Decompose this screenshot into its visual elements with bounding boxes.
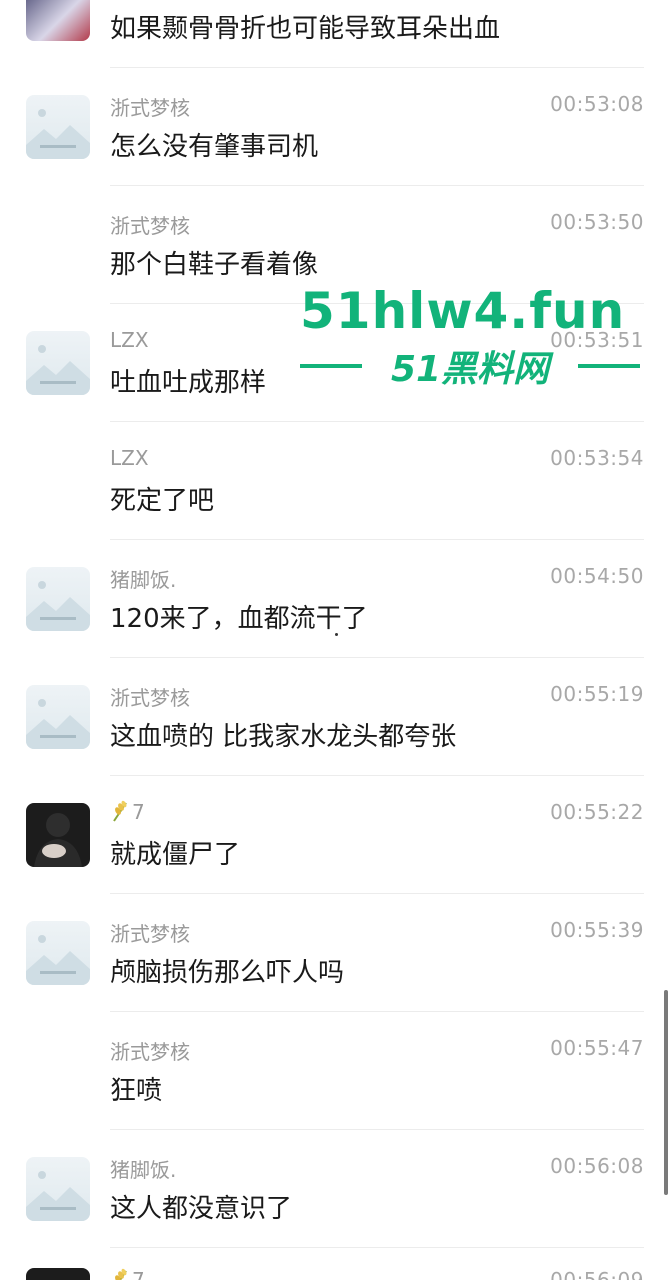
sender-name: 浙式梦核 (110, 686, 190, 710)
message-content: 这血喷的 比我家水龙头都夸张 (110, 722, 457, 752)
sender-name: 猪脚饭. (110, 568, 177, 592)
sender-name: 猪脚饭. (110, 1158, 177, 1182)
message-content: 死定了吧 (110, 486, 215, 516)
message-content: 如果颞骨骨折也可能导致耳朵出血 (110, 14, 501, 44)
placeholder-image-avatar-icon[interactable] (26, 685, 90, 749)
message-item[interactable]: 7 00:56:09 (0, 1244, 672, 1280)
sender-name: 浙式梦核 (110, 922, 190, 946)
timestamp: 00:55:22 (550, 800, 644, 824)
timestamp: 00:54:50 (550, 564, 644, 588)
scrollbar[interactable] (664, 990, 668, 1195)
message-item[interactable]: LZX 00:53:54 死定了吧 (0, 422, 672, 540)
timestamp: 00:56:08 (550, 1154, 644, 1178)
anime-avatar-icon[interactable] (26, 0, 90, 41)
message-content: 狂喷 (110, 1076, 163, 1106)
message-content: 颅脑损伤那么吓人吗 (110, 958, 345, 988)
timestamp: 00:55:19 (550, 682, 644, 706)
sender-name: LZX (110, 446, 149, 470)
sender-name: 浙式梦核 (110, 96, 190, 120)
message-content: 吐血吐成那样 (110, 368, 267, 398)
watermark-dash (300, 364, 362, 368)
message-item[interactable]: 如果颞骨骨折也可能导致耳朵出血 (0, 0, 672, 68)
message-content: 就成僵尸了 (110, 840, 241, 870)
message-content: 那个白鞋子看着像 (110, 250, 319, 280)
watermark-dash (577, 364, 640, 368)
message-item[interactable]: 浙式梦核 00:55:47 狂喷 (0, 1012, 672, 1130)
message-content: 怎么没有肇事司机 (110, 132, 319, 162)
sender-name-text: 7 (132, 800, 145, 824)
message-item[interactable]: 猪脚饭. 00:56:08 这人都没意识了 (0, 1130, 672, 1248)
sender-name: 浙式梦核 (110, 214, 190, 238)
watermark-name: 51黑料网 (390, 349, 550, 390)
timestamp: 00:55:47 (550, 1036, 644, 1060)
placeholder-image-avatar-icon[interactable] (26, 567, 90, 631)
dark-photo-avatar-icon[interactable] (26, 803, 90, 867)
sender-name-text: 7 (132, 1268, 145, 1280)
wheat-icon (110, 1268, 130, 1280)
watermark-url: 51hlw4.fun (300, 282, 626, 340)
avatar (26, 213, 90, 277)
wheat-icon (110, 800, 130, 827)
timestamp: 00:53:54 (550, 446, 644, 470)
timestamp: 00:53:50 (550, 210, 644, 234)
avatar (26, 449, 90, 513)
message-content: 这人都没意识了 (110, 1194, 293, 1224)
message-content: 120来了，血都流干了 (110, 604, 368, 634)
message-item[interactable]: 7 00:55:22 就成僵尸了 (0, 776, 672, 894)
placeholder-image-avatar-icon[interactable] (26, 1157, 90, 1221)
message-item[interactable]: 浙式梦核 00:53:08 怎么没有肇事司机 (0, 68, 672, 186)
timestamp: 00:53:08 (550, 92, 644, 116)
placeholder-image-avatar-icon[interactable] (26, 95, 90, 159)
message-item[interactable]: 浙式梦核 00:55:39 颅脑损伤那么吓人吗 (0, 894, 672, 1012)
sender-name: 浙式梦核 (110, 1040, 190, 1064)
message-item[interactable]: 猪脚饭. 00:54:50 120来了，血都流干了 (0, 540, 672, 658)
sender-name: 7 (110, 800, 145, 827)
sender-name: 7 (110, 1268, 145, 1280)
placeholder-image-avatar-icon[interactable] (26, 331, 90, 395)
dark-photo-avatar-icon[interactable] (26, 1268, 90, 1280)
placeholder-image-avatar-icon[interactable] (26, 921, 90, 985)
avatar (26, 1039, 90, 1103)
timestamp: 00:56:09 (550, 1268, 644, 1280)
watermark: 51hlw4.fun 51黑料网 (300, 282, 640, 392)
sender-name: LZX (110, 328, 149, 352)
timestamp: 00:55:39 (550, 918, 644, 942)
message-item[interactable]: 浙式梦核 00:55:19 这血喷的 比我家水龙头都夸张 (0, 658, 672, 776)
watermark-name-line: 51黑料网 (300, 340, 640, 392)
stray-dot (335, 633, 338, 636)
